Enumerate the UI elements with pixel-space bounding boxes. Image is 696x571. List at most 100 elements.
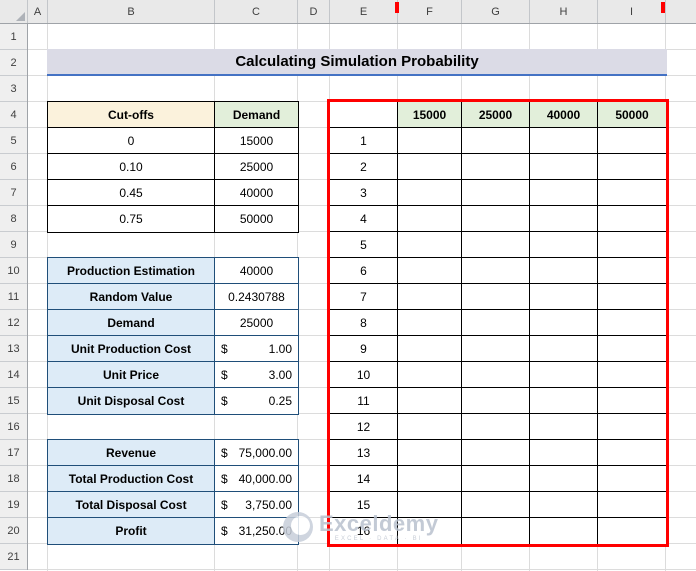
simulation-row-label[interactable]: 13: [330, 440, 398, 466]
column-header[interactable]: C: [215, 0, 298, 23]
simulation-row-label[interactable]: 12: [330, 414, 398, 440]
simulation-cell[interactable]: [462, 284, 530, 310]
simulation-cell[interactable]: [530, 362, 598, 388]
result-label-cell[interactable]: Total Production Cost: [48, 466, 215, 491]
simulation-cell[interactable]: [530, 258, 598, 284]
row-header[interactable]: 13: [0, 336, 27, 362]
row-header[interactable]: 3: [0, 76, 27, 102]
simulation-cell[interactable]: [462, 466, 530, 492]
result-value-cell[interactable]: $ 75,000.00: [215, 440, 298, 465]
column-header[interactable]: F: [398, 0, 462, 23]
cutoffs-header-cell[interactable]: Cut-offs: [48, 102, 215, 127]
parameter-label-cell[interactable]: Unit Production Cost: [48, 336, 215, 361]
simulation-row-label[interactable]: 3: [330, 180, 398, 206]
simulation-cell[interactable]: [530, 232, 598, 258]
simulation-row-label[interactable]: 2: [330, 154, 398, 180]
result-value-cell[interactable]: $ 31,250.00: [215, 518, 298, 544]
result-value-cell[interactable]: $ 3,750.00: [215, 492, 298, 517]
simulation-cell[interactable]: [530, 284, 598, 310]
simulation-cell[interactable]: [398, 284, 462, 310]
simulation-cell[interactable]: [462, 362, 530, 388]
simulation-cell[interactable]: [598, 518, 666, 544]
row-header[interactable]: 20: [0, 518, 27, 544]
row-header[interactable]: 18: [0, 466, 27, 492]
parameter-value-cell[interactable]: 25000: [215, 310, 298, 335]
row-header[interactable]: 15: [0, 388, 27, 414]
column-header[interactable]: I: [598, 0, 666, 23]
simulation-row-label[interactable]: 14: [330, 466, 398, 492]
simulation-row-label[interactable]: 8: [330, 310, 398, 336]
row-header[interactable]: 14: [0, 362, 27, 388]
parameter-value-cell[interactable]: $ 1.00: [215, 336, 298, 361]
simulation-row-label[interactable]: 9: [330, 336, 398, 362]
result-value-cell[interactable]: $ 40,000.00: [215, 466, 298, 491]
simulation-cell[interactable]: [462, 128, 530, 154]
column-header[interactable]: E: [330, 0, 398, 23]
cutoff-value-cell[interactable]: 0.75: [48, 206, 215, 232]
parameter-value-cell[interactable]: 0.2430788: [215, 284, 298, 309]
simulation-cell[interactable]: [462, 180, 530, 206]
simulation-cell[interactable]: [398, 492, 462, 518]
row-header[interactable]: 9: [0, 232, 27, 258]
simulation-cell[interactable]: [398, 206, 462, 232]
result-label-cell[interactable]: Total Disposal Cost: [48, 492, 215, 517]
simulation-cell[interactable]: [462, 336, 530, 362]
simulation-row-label[interactable]: 15: [330, 492, 398, 518]
simulation-header-cell[interactable]: 40000: [530, 102, 598, 128]
row-header[interactable]: 10: [0, 258, 27, 284]
simulation-cell[interactable]: [398, 180, 462, 206]
demand-value-cell[interactable]: 25000: [215, 154, 298, 179]
simulation-header-cell[interactable]: 15000: [398, 102, 462, 128]
row-header[interactable]: 2: [0, 50, 27, 76]
simulation-cell[interactable]: [530, 180, 598, 206]
simulation-cell[interactable]: [530, 310, 598, 336]
simulation-cell[interactable]: [398, 154, 462, 180]
parameter-value-cell[interactable]: 40000: [215, 258, 298, 283]
column-header[interactable]: D: [298, 0, 330, 23]
simulation-cell[interactable]: [398, 128, 462, 154]
simulation-row-label[interactable]: 11: [330, 388, 398, 414]
simulation-cell[interactable]: [598, 232, 666, 258]
simulation-cell[interactable]: [398, 362, 462, 388]
cutoff-value-cell[interactable]: 0.10: [48, 154, 215, 179]
cutoff-value-cell[interactable]: 0.45: [48, 180, 215, 205]
result-label-cell[interactable]: Profit: [48, 518, 215, 544]
row-header[interactable]: 6: [0, 154, 27, 180]
row-header[interactable]: 19: [0, 492, 27, 518]
simulation-header-cell[interactable]: 25000: [462, 102, 530, 128]
simulation-row-label[interactable]: 7: [330, 284, 398, 310]
parameter-label-cell[interactable]: Random Value: [48, 284, 215, 309]
simulation-cell[interactable]: [598, 440, 666, 466]
column-header[interactable]: G: [462, 0, 530, 23]
simulation-cell[interactable]: [398, 232, 462, 258]
simulation-cell[interactable]: [530, 206, 598, 232]
demand-value-cell[interactable]: 40000: [215, 180, 298, 205]
parameter-value-cell[interactable]: $ 0.25: [215, 388, 298, 414]
parameter-value-cell[interactable]: $ 3.00: [215, 362, 298, 387]
simulation-cell[interactable]: [530, 128, 598, 154]
page-title[interactable]: Calculating Simulation Probability: [47, 49, 667, 76]
simulation-row-label[interactable]: 1: [330, 128, 398, 154]
column-header[interactable]: B: [48, 0, 215, 23]
simulation-cell[interactable]: [598, 492, 666, 518]
parameter-label-cell[interactable]: Production Estimation: [48, 258, 215, 283]
simulation-cell[interactable]: [598, 284, 666, 310]
simulation-corner-cell[interactable]: [330, 102, 398, 128]
demand-value-cell[interactable]: 15000: [215, 128, 298, 153]
simulation-cell[interactable]: [398, 440, 462, 466]
simulation-cell[interactable]: [530, 154, 598, 180]
simulation-cell[interactable]: [462, 518, 530, 544]
simulation-cell[interactable]: [530, 336, 598, 362]
row-header[interactable]: 7: [0, 180, 27, 206]
simulation-cell[interactable]: [598, 466, 666, 492]
simulation-cell[interactable]: [398, 310, 462, 336]
result-label-cell[interactable]: Revenue: [48, 440, 215, 465]
simulation-cell[interactable]: [598, 414, 666, 440]
row-header[interactable]: 17: [0, 440, 27, 466]
simulation-cell[interactable]: [398, 414, 462, 440]
row-header[interactable]: 4: [0, 102, 27, 128]
simulation-cell[interactable]: [398, 336, 462, 362]
simulation-cell[interactable]: [398, 466, 462, 492]
column-header[interactable]: A: [28, 0, 48, 23]
simulation-row-label[interactable]: 5: [330, 232, 398, 258]
